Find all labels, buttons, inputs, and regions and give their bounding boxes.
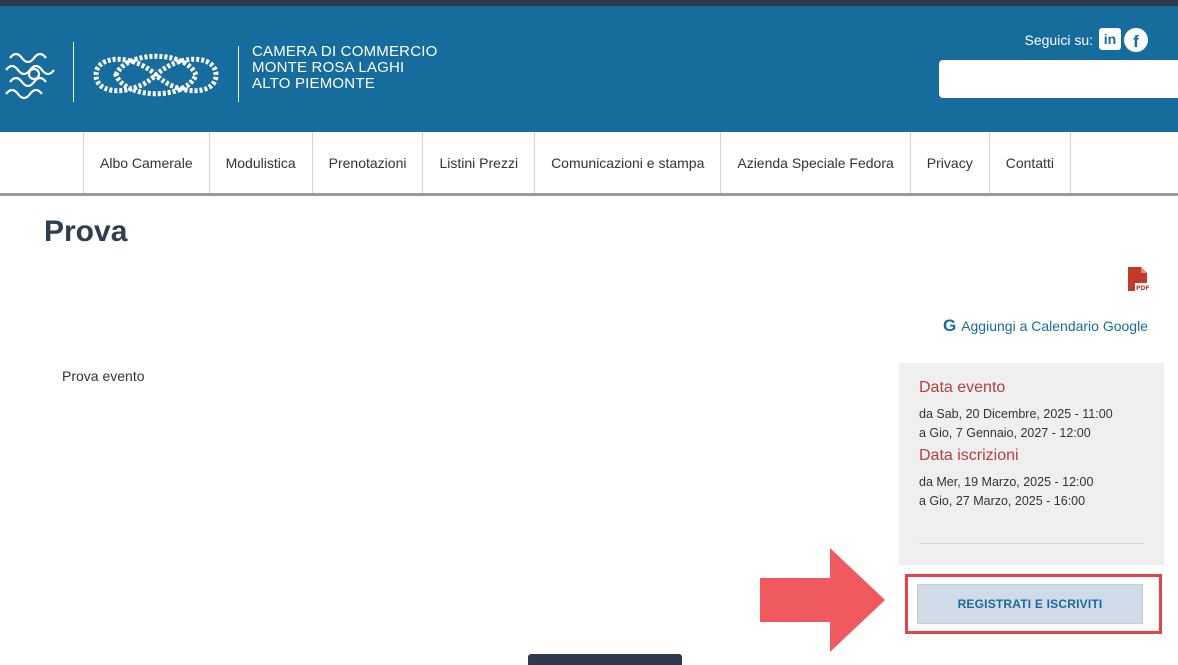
logo-divider bbox=[73, 42, 74, 102]
event-info-box: Data evento da Sab, 20 Dicembre, 2025 - … bbox=[899, 363, 1164, 565]
social-links: in f bbox=[1099, 28, 1148, 52]
logo-mark-small-icon bbox=[5, 52, 55, 100]
nav-item-contatti[interactable]: Contatti bbox=[988, 132, 1071, 193]
event-date-from: da Sab, 20 Dicembre, 2025 - 11:00 bbox=[919, 407, 1113, 421]
event-date-to: a Gio, 7 Gennaio, 2027 - 12:00 bbox=[919, 426, 1091, 440]
bottom-dark-element bbox=[528, 654, 682, 665]
event-description: Prova evento bbox=[62, 368, 145, 384]
google-calendar-link[interactable]: G Aggiungi a Calendario Google bbox=[943, 316, 1148, 336]
nav-item-modulistica[interactable]: Modulistica bbox=[208, 132, 312, 193]
logo-divider bbox=[238, 46, 239, 102]
nav-item-albo-camerale[interactable]: Albo Camerale bbox=[83, 132, 209, 193]
main-nav: Albo Camerale Modulistica Prenotazioni L… bbox=[0, 132, 1178, 196]
signup-date-title: Data iscrizioni bbox=[919, 447, 1019, 464]
org-name-line: CAMERA DI COMMERCIO bbox=[252, 43, 438, 60]
linkedin-icon[interactable]: in bbox=[1099, 28, 1121, 50]
register-button[interactable]: REGISTRATI E ISCRIVITI bbox=[917, 584, 1143, 624]
search-input[interactable] bbox=[939, 60, 1178, 98]
google-calendar-label: Aggiungi a Calendario Google bbox=[961, 318, 1148, 334]
nav-items: Albo Camerale Modulistica Prenotazioni L… bbox=[83, 132, 1071, 193]
follow-label: Seguici su: bbox=[1024, 32, 1093, 48]
svg-text:PDF: PDF bbox=[1136, 285, 1149, 292]
signup-date-from: da Mer, 19 Marzo, 2025 - 12:00 bbox=[919, 475, 1094, 489]
pdf-icon[interactable]: PDF bbox=[1126, 266, 1150, 292]
arrow-right-icon bbox=[760, 548, 885, 652]
org-name: CAMERA DI COMMERCIO MONTE ROSA LAGHI ALT… bbox=[252, 44, 437, 92]
event-date-title: Data evento bbox=[919, 379, 1006, 396]
nav-item-listini-prezzi[interactable]: Listini Prezzi bbox=[422, 132, 534, 193]
page-title: Prova bbox=[44, 215, 128, 248]
nav-item-privacy[interactable]: Privacy bbox=[909, 132, 989, 193]
nav-item-azienda-speciale[interactable]: Azienda Speciale Fedora bbox=[720, 132, 909, 193]
nav-item-comunicazioni[interactable]: Comunicazioni e stampa bbox=[534, 132, 720, 193]
org-name-line: MONTE ROSA LAGHI bbox=[252, 59, 405, 76]
signup-date-to: a Gio, 27 Marzo, 2025 - 16:00 bbox=[919, 494, 1086, 508]
nav-item-prenotazioni[interactable]: Prenotazioni bbox=[311, 132, 423, 193]
info-divider bbox=[919, 543, 1144, 544]
google-icon: G bbox=[942, 316, 957, 335]
facebook-icon[interactable]: f bbox=[1124, 28, 1148, 52]
follow-us: Seguici su: in f bbox=[1025, 28, 1148, 52]
org-name-line: ALTO PIEMONTE bbox=[252, 75, 375, 92]
site-header: CAMERA DI COMMERCIO MONTE ROSA LAGHI ALT… bbox=[0, 6, 1178, 132]
logo-knot-icon bbox=[93, 53, 219, 97]
